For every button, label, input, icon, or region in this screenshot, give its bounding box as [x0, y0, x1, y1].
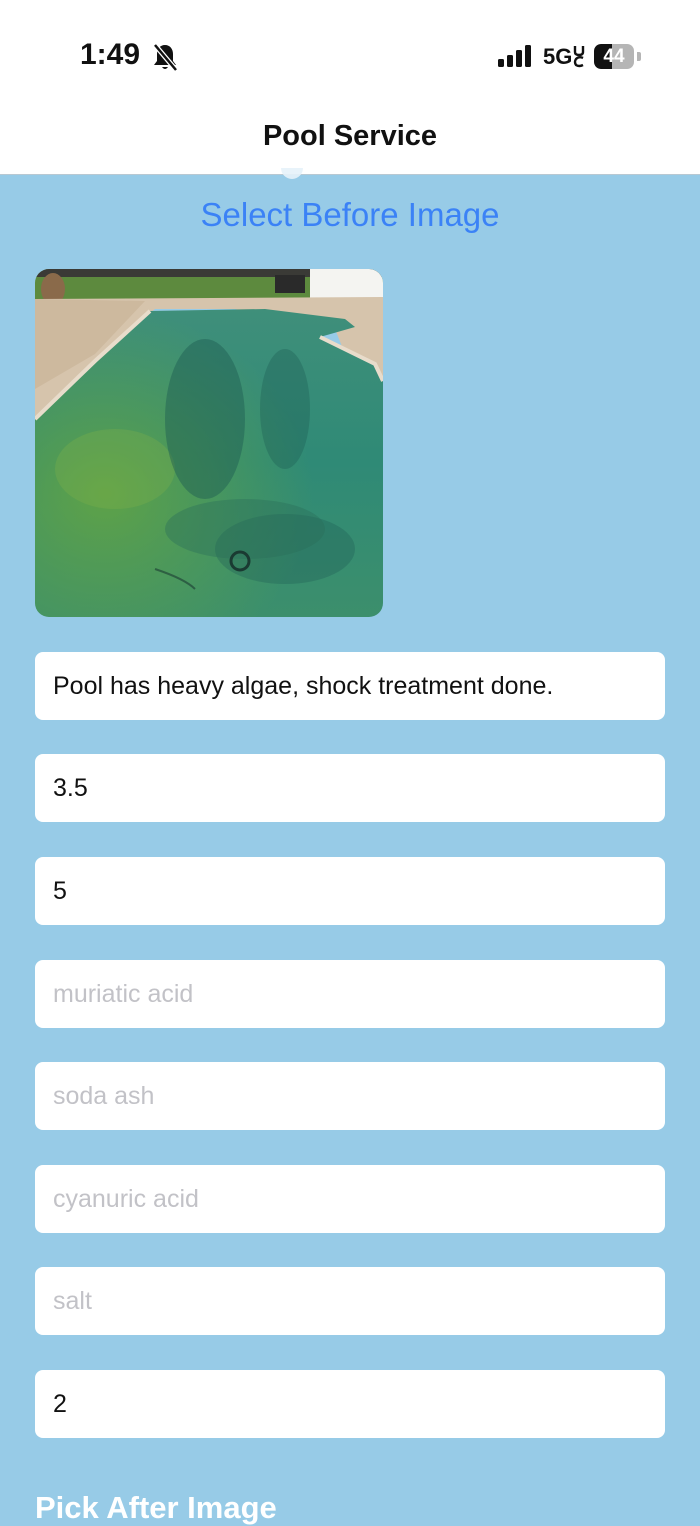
reading-field-2[interactable]	[35, 857, 665, 925]
before-image	[35, 269, 383, 617]
cellular-signal-icon	[498, 44, 534, 68]
soda-ash-field[interactable]	[35, 1062, 665, 1130]
muriatic-acid-field[interactable]	[35, 960, 665, 1028]
uc-icon	[573, 44, 585, 68]
cyanuric-acid-field[interactable]	[35, 1165, 665, 1233]
bell-slash-icon	[152, 42, 178, 72]
salt-field[interactable]	[35, 1267, 665, 1335]
battery-icon: 44	[594, 44, 634, 69]
battery-tip	[637, 52, 641, 61]
scrolled-content-remnant	[281, 168, 303, 179]
page-title: Pool Service	[262, 120, 438, 152]
status-bar: 1:49 5G 44	[0, 0, 700, 100]
battery-percent: 44	[603, 46, 625, 67]
network-label: 5G	[543, 44, 573, 69]
reading-field-3[interactable]	[35, 1370, 665, 1438]
select-before-image-button[interactable]: Select Before Image	[0, 196, 700, 234]
reading-field-1[interactable]	[35, 754, 665, 822]
navigation-bar: Pool Service	[0, 100, 700, 175]
status-time: 1:49	[80, 38, 141, 71]
notes-field[interactable]	[35, 652, 665, 720]
